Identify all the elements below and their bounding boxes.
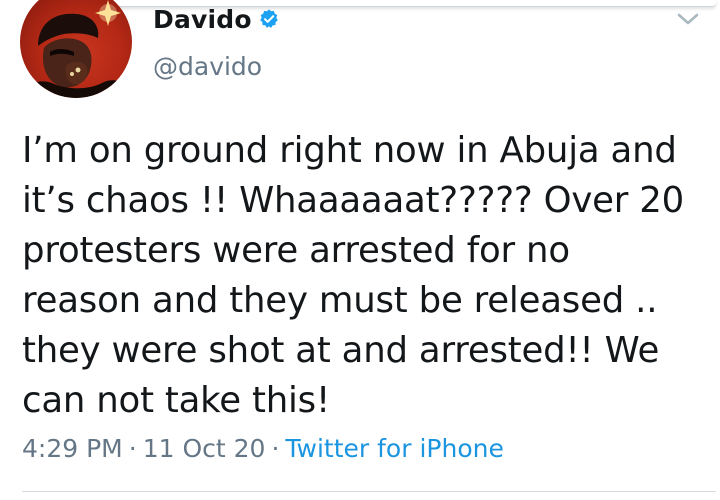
previous-card-edge	[40, 0, 716, 7]
meta-separator: ·	[271, 434, 280, 463]
divider	[22, 491, 716, 492]
tweet-time[interactable]: 4:29 PM	[22, 434, 123, 463]
avatar-photo	[20, 0, 132, 98]
meta-separator: ·	[128, 434, 137, 463]
tweet-metadata: 4:29 PM · 11 Oct 20 · Twitter for iPhone	[22, 434, 504, 463]
tweet-date[interactable]: 11 Oct 20	[143, 434, 266, 463]
author-display-name[interactable]: Davido	[153, 5, 252, 34]
author-handle[interactable]: @davido	[153, 52, 262, 81]
author-name-row: Davido	[153, 4, 280, 34]
tweet-text: I’m on ground right now in Abuja and it’…	[22, 130, 685, 421]
verified-badge-icon	[259, 9, 278, 28]
tweet-source-link[interactable]: Twitter for iPhone	[285, 434, 503, 463]
tweet-card: Davido @davido I’m on ground right now i…	[0, 0, 720, 500]
chevron-down-icon[interactable]	[677, 12, 699, 26]
avatar[interactable]	[20, 0, 132, 98]
